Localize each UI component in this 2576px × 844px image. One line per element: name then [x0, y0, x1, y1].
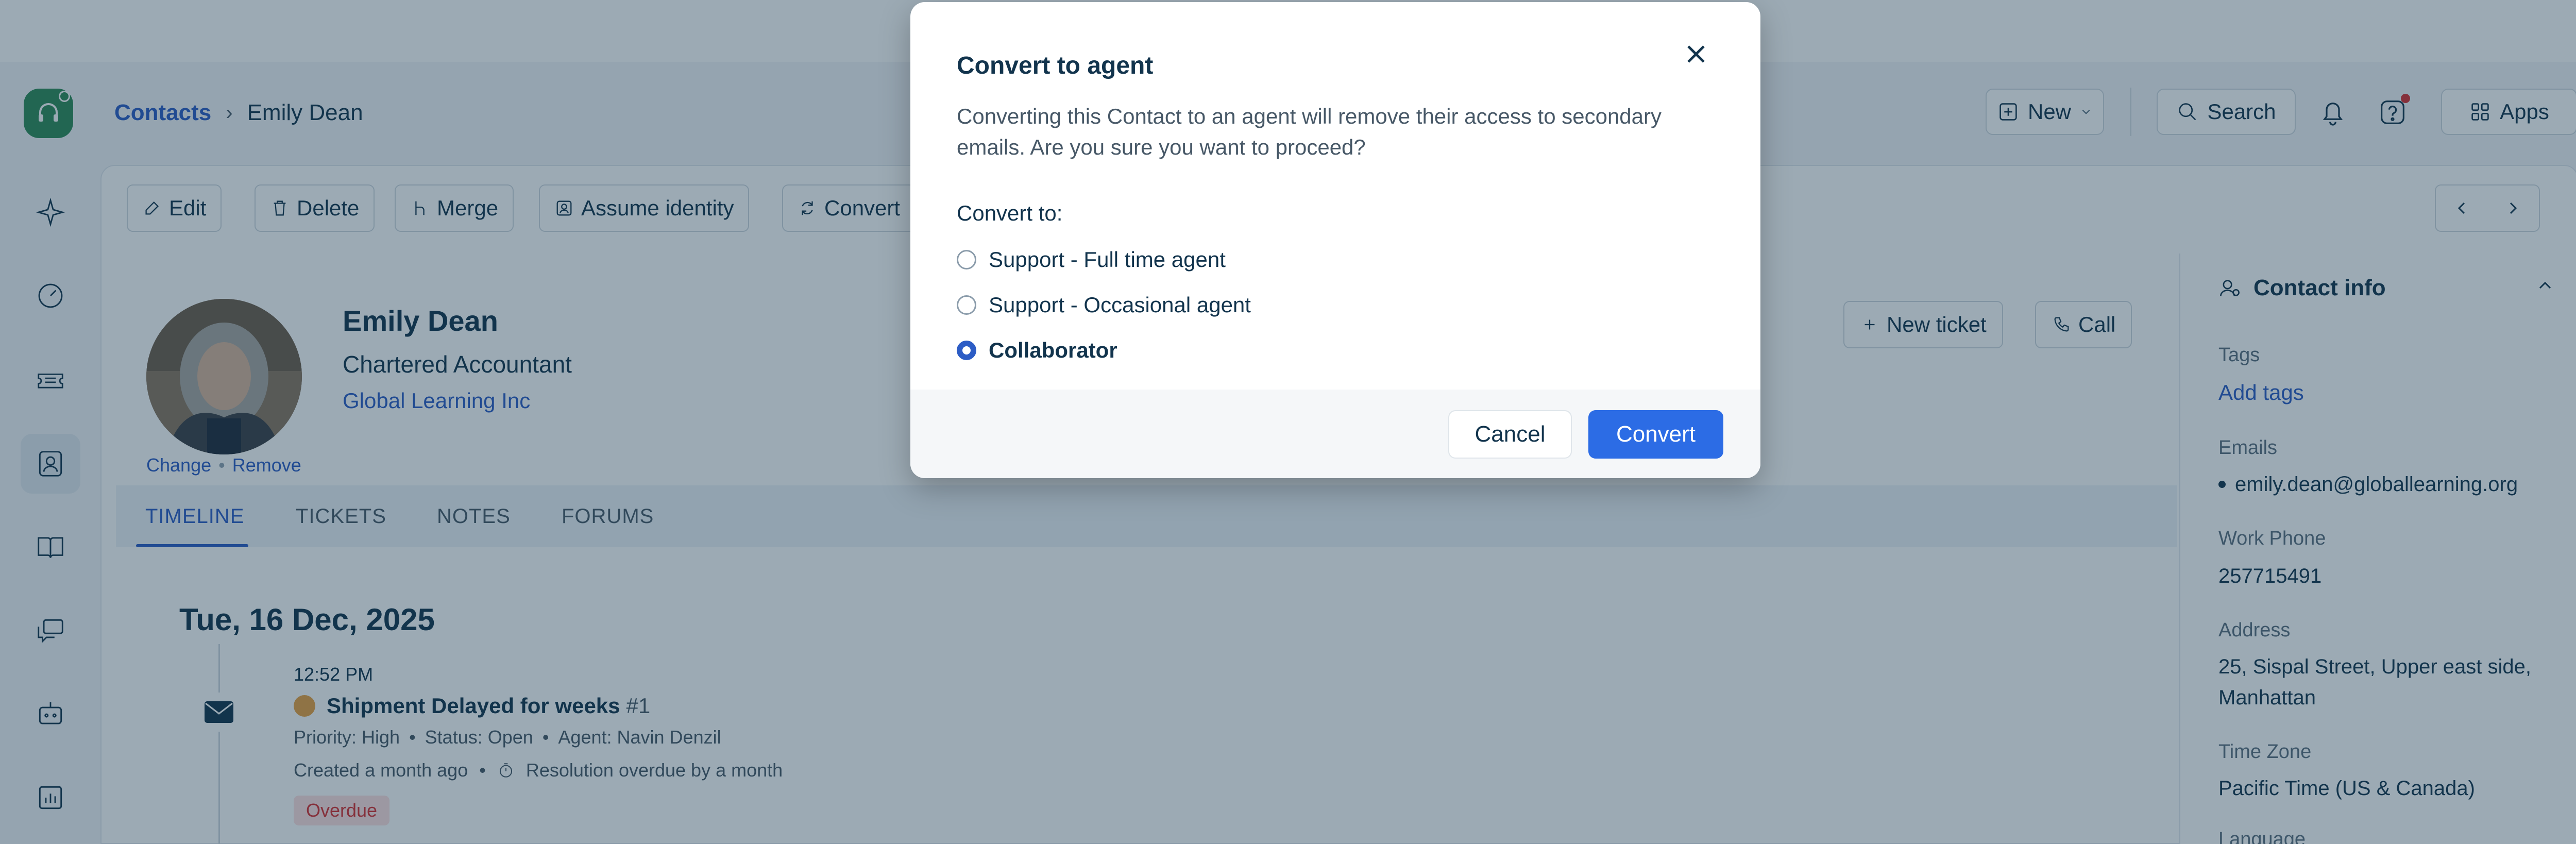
cancel-button[interactable]: Cancel [1448, 410, 1572, 459]
close-icon[interactable] [1679, 37, 1713, 71]
radio-occasional-agent[interactable] [957, 295, 976, 315]
option-full-time-agent[interactable]: Support - Full time agent [957, 247, 1226, 272]
radio-full-time-agent[interactable] [957, 250, 976, 269]
convert-to-label: Convert to: [957, 201, 1063, 225]
dialog-description: Converting this Contact to an agent will… [957, 104, 1662, 159]
dialog-title: Convert to agent [957, 52, 1154, 79]
convert-to-agent-dialog: Convert to agent Converting this Contact… [910, 2, 1760, 478]
option-occasional-agent[interactable]: Support - Occasional agent [957, 293, 1251, 317]
option-collaborator[interactable]: Collaborator [957, 338, 1117, 363]
radio-collaborator[interactable] [957, 341, 976, 360]
option-occasional-agent-label: Support - Occasional agent [989, 293, 1251, 317]
option-full-time-agent-label: Support - Full time agent [989, 247, 1226, 272]
option-collaborator-label: Collaborator [989, 338, 1117, 362]
confirm-convert-button[interactable]: Convert [1588, 410, 1723, 459]
